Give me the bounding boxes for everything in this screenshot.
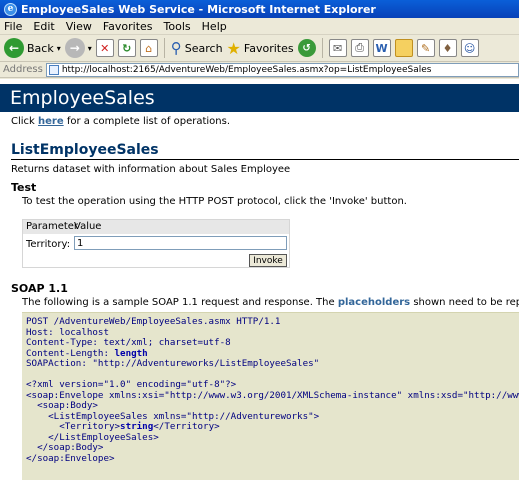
stop-icon[interactable]: ✕: [95, 39, 114, 57]
service-heading: EmployeeSales: [0, 84, 519, 112]
forward-arrow-icon: →: [64, 38, 85, 58]
refresh-icon[interactable]: ↻: [117, 39, 136, 57]
code-line: <Territory>string</Territory>: [26, 421, 518, 433]
back-label: Back: [27, 41, 54, 55]
soap-description: The following is a sample SOAP 1.1 reque…: [22, 297, 519, 308]
home-icon[interactable]: ⌂: [139, 39, 158, 57]
address-label: Address: [3, 64, 43, 75]
mail-icon[interactable]: ✉: [328, 39, 347, 57]
soap-heading: SOAP 1.1: [11, 282, 68, 295]
intro-text: Click here for a complete list of operat…: [11, 116, 230, 127]
messenger-icon[interactable]: ☺: [460, 39, 479, 57]
page-content: EmployeeSales Click here for a complete …: [0, 79, 519, 480]
print-icon[interactable]: ⎙: [350, 39, 369, 57]
toolbar-divider: [163, 38, 165, 58]
string-placeholder: string: [120, 421, 154, 432]
window-title: EmployeeSales Web Service - Microsoft In…: [21, 2, 376, 16]
menu-view[interactable]: View: [66, 20, 92, 33]
menu-tools[interactable]: Tools: [164, 20, 191, 33]
test-description: To test the operation using the HTTP POS…: [22, 196, 407, 207]
soap-desc-before: The following is a sample SOAP 1.1 reque…: [22, 297, 338, 308]
folder-icon[interactable]: [394, 39, 413, 57]
length-placeholder: length: [114, 347, 148, 359]
back-arrow-icon: ←: [4, 38, 24, 58]
code-line: <?xml version="1.0" encoding="utf-8"?>: [26, 379, 237, 390]
history-icon[interactable]: ↺: [297, 39, 316, 57]
search-icon: ⚲: [170, 39, 182, 57]
operation-title: ListEmployeeSales: [11, 142, 159, 158]
forward-button[interactable]: → ▾: [64, 38, 92, 58]
code-line: SOAPAction: "http://Adventureworks/ListE…: [26, 358, 320, 369]
search-button[interactable]: ⚲ Search: [171, 39, 223, 57]
territory-label: Territory:: [26, 239, 71, 250]
code-line: </soap:Envelope>: [26, 452, 115, 464]
menu-edit[interactable]: Edit: [33, 20, 54, 33]
word-edit-icon[interactable]: W: [372, 39, 391, 57]
favorites-star-icon: ★: [226, 38, 241, 58]
header-value: Value: [74, 221, 102, 232]
research-icon[interactable]: ✎: [416, 39, 435, 57]
back-dropdown-icon[interactable]: ▾: [57, 44, 61, 53]
address-input[interactable]: http://localhost:2165/AdventureWeb/Emplo…: [45, 62, 519, 77]
code-line: </soap:Body>: [26, 442, 104, 453]
placeholders-text: placeholders: [337, 297, 411, 308]
code-line-prefix: <Territory>: [26, 421, 121, 432]
code-line-prefix: Content-Length:: [26, 347, 115, 359]
code-line-suffix: </Territory>: [153, 421, 220, 432]
search-label: Search: [184, 41, 223, 55]
address-bar: Address http://localhost:2165/AdventureW…: [0, 62, 519, 78]
address-url: http://localhost:2165/AdventureWeb/Emplo…: [61, 64, 432, 75]
soap-sample-code: POST /AdventureWeb/EmployeeSales.asmx HT…: [22, 312, 519, 480]
favorites-label: Favorites: [243, 41, 294, 55]
parameter-table: Parameter Value Territory: Invoke: [22, 219, 290, 268]
favorites-button[interactable]: ★ Favorites: [227, 39, 294, 58]
discuss-icon[interactable]: ♦: [438, 39, 457, 57]
menu-bar: File Edit View Favorites Tools Help: [0, 18, 519, 35]
menu-favorites[interactable]: Favorites: [103, 20, 153, 33]
code-line: POST /AdventureWeb/EmployeeSales.asmx HT…: [26, 316, 281, 327]
soap-desc-after: shown need to be replaced with actual va…: [413, 297, 519, 308]
code-line: <soap:Body>: [26, 400, 98, 411]
toolbar: ← Back ▾ → ▾ ✕ ↻ ⌂ ⚲ Search ★ Favorites …: [0, 35, 519, 62]
code-line: <soap:Envelope xmlns:xsi="http://www.w3.…: [26, 389, 519, 401]
test-heading: Test: [11, 181, 37, 194]
territory-input[interactable]: [74, 236, 287, 250]
ie-logo-icon: e: [4, 2, 17, 16]
intro-after: for a complete list of operations.: [63, 116, 231, 127]
title-bar: e EmployeeSales Web Service - Microsoft …: [0, 0, 519, 18]
parameter-table-header: Parameter Value: [23, 220, 289, 234]
operations-link[interactable]: here: [38, 116, 64, 127]
page-icon: [48, 64, 59, 75]
header-parameter: Parameter: [26, 221, 79, 232]
toolbar-divider-2: [321, 38, 323, 58]
intro-before: Click: [11, 116, 39, 127]
forward-dropdown-icon[interactable]: ▾: [88, 44, 92, 53]
menu-file[interactable]: File: [4, 20, 22, 33]
invoke-button[interactable]: Invoke: [249, 254, 287, 267]
divider: [11, 159, 519, 160]
back-button[interactable]: ← Back ▾: [4, 38, 61, 58]
menu-help[interactable]: Help: [202, 20, 227, 33]
operation-description: Returns dataset with information about S…: [11, 164, 291, 175]
